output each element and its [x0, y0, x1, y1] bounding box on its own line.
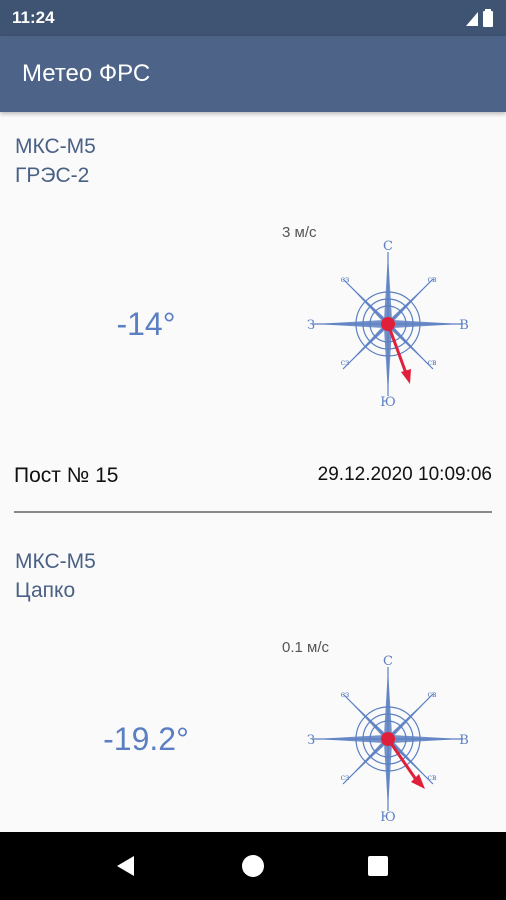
compass-rose-icon: С Ю З В сз св сз св	[307, 240, 469, 406]
label-nw: сз	[341, 275, 350, 284]
home-icon[interactable]	[237, 850, 269, 882]
label-east: В	[459, 318, 469, 333]
label-nw: сз	[341, 690, 350, 699]
station-card[interactable]: МКС-М5 ГРЭС-2 3 м/с -14° С Ю З В сз св с…	[0, 112, 506, 524]
label-east: В	[459, 733, 469, 748]
status-icons	[466, 9, 493, 27]
label-north: С	[383, 655, 393, 669]
divider	[14, 511, 492, 513]
station-place: ГРЭС-2	[15, 164, 90, 187]
label-se: св	[428, 358, 437, 367]
status-time: 11:24	[12, 8, 55, 27]
wind-speed: 3 м/с	[282, 224, 317, 241]
station-model: МКС-М5	[15, 135, 96, 158]
post-number: Пост № 15	[14, 464, 119, 487]
status-bar: 11:24	[0, 0, 506, 36]
label-west: З	[307, 318, 315, 333]
label-ne: св	[428, 690, 437, 699]
label-west: З	[307, 733, 315, 748]
label-south: Ю	[380, 395, 396, 406]
label-north: С	[383, 240, 393, 254]
app-bar: Метео ФРС	[0, 36, 506, 112]
wind-speed: 0.1 м/с	[282, 639, 329, 656]
signal-icon	[466, 12, 478, 26]
station-model: МКС-М5	[15, 550, 96, 573]
update-time: 29.12.2020 10:09:06	[317, 464, 492, 485]
station-place: Цапко	[15, 579, 76, 602]
battery-icon	[483, 9, 493, 27]
temperature: -19.2°	[103, 721, 189, 757]
label-sw: сз	[341, 773, 350, 782]
temperature: -14°	[116, 306, 176, 342]
recents-icon[interactable]	[362, 850, 394, 882]
back-icon[interactable]	[110, 850, 142, 882]
station-list[interactable]: МКС-М5 ГРЭС-2 3 м/с -14° С Ю З В сз св с…	[0, 112, 506, 832]
label-ne: св	[428, 275, 437, 284]
station-title: МКС-М5 ГРЭС-2	[15, 132, 96, 190]
station-title: МКС-М5 Цапко	[15, 547, 96, 605]
app-title: Метео ФРС	[22, 60, 151, 87]
navigation-bar	[0, 832, 506, 900]
label-se: св	[428, 773, 437, 782]
label-sw: сз	[341, 358, 350, 367]
station-card[interactable]: МКС-М5 Цапко 0.1 м/с -19.2° С Ю З В сз с…	[0, 527, 506, 832]
compass-rose-icon: С Ю З В сз св сз св	[307, 655, 469, 821]
label-south: Ю	[380, 810, 396, 821]
